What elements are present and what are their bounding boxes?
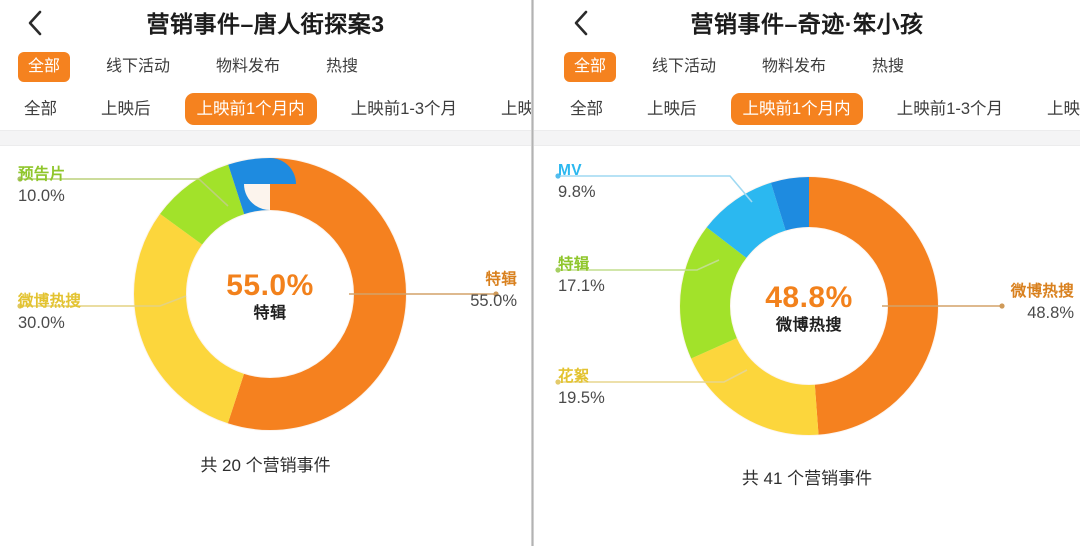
- callout-percent: 55.0%: [470, 291, 517, 310]
- type-filter-material-release[interactable]: 物料发布: [752, 52, 836, 82]
- callout-percent: 30.0%: [18, 313, 65, 332]
- time-filter-after-release[interactable]: 上映后: [91, 94, 161, 125]
- callout-percent: 10.0%: [18, 186, 65, 205]
- callout-category: 花絮: [558, 368, 590, 385]
- section-divider-band: [0, 130, 531, 146]
- section-divider-band: [534, 130, 1080, 146]
- callout-category: 特辑: [485, 271, 517, 288]
- callout-weibo-trending: 微博热搜 30.0%: [18, 293, 81, 333]
- total-events-note: 共 41 个营销事件: [741, 469, 873, 488]
- type-filter-all[interactable]: 全部: [18, 52, 71, 82]
- callout-weibo-trending: 微博热搜 48.8%: [944, 283, 1074, 323]
- donut-chart-right: MV 9.8% 特辑 17.1% 花絮 19.5% 微博热搜 48.8% 48.…: [534, 146, 1080, 506]
- time-filter-1-to-3-months-before[interactable]: 上映前1-3个月: [341, 94, 467, 125]
- type-filter-trending[interactable]: 热搜: [862, 52, 914, 82]
- callout-category: 微博热搜: [18, 293, 82, 310]
- time-filter-1-to-3-months-before[interactable]: 上映前1-3个月: [887, 94, 1013, 125]
- callout-category: 特辑: [558, 256, 590, 273]
- time-filter-within-1-month-before[interactable]: 上映前1个月内: [730, 92, 863, 126]
- center-value: 55.0%: [226, 269, 314, 302]
- donut-chart-left: 预告片 10.0% 微博热搜 30.0% 特辑 55.0% 55.0% 特辑 共…: [0, 146, 531, 506]
- callout-category: MV: [558, 162, 582, 179]
- page-title: 营销事件–唐人街探案3: [146, 11, 385, 37]
- type-filter-material-release[interactable]: 物料发布: [206, 52, 290, 82]
- time-filter-within-1-month-before[interactable]: 上映前1个月内: [184, 92, 317, 126]
- callout-percent: 9.8%: [558, 182, 596, 201]
- panel-right: 营销事件–奇迹·笨小孩 全部 线下活动 物料发布 热搜 全部 上映后 上映前1个…: [534, 0, 1080, 546]
- donut-center-label: 48.8% 微博热搜: [729, 282, 889, 334]
- panel-left: 营销事件–唐人街探案3 全部 线下活动 物料发布 热搜 全部 上映后 上映前1个…: [0, 0, 531, 546]
- titlebar-left: 营销事件–唐人街探案3: [0, 0, 531, 46]
- callout-behind-the-scenes: 花絮 19.5%: [558, 368, 605, 408]
- titlebar-right: 营销事件–奇迹·笨小孩: [534, 0, 1080, 46]
- callout-special-feature: 特辑 17.1%: [558, 256, 605, 296]
- callout-category: 预告片: [18, 166, 66, 183]
- callout-category: 微博热搜: [1010, 283, 1074, 300]
- donut-center-label: 55.0% 特辑: [190, 270, 350, 322]
- page-title: 营销事件–奇迹·笨小孩: [690, 11, 924, 37]
- center-category: 微博热搜: [775, 316, 842, 334]
- center-value: 48.8%: [765, 281, 853, 314]
- time-filter-all[interactable]: 全部: [14, 94, 67, 125]
- comparison-screenshot: 营销事件–唐人街探案3 全部 线下活动 物料发布 热搜 全部 上映后 上映前1个…: [0, 0, 1080, 546]
- type-filter-row: 全部 线下活动 物料发布 热搜: [534, 46, 1080, 88]
- callout-mv: MV 9.8%: [558, 162, 596, 202]
- time-filter-more-clipped[interactable]: 上映: [491, 94, 531, 125]
- type-filter-trending[interactable]: 热搜: [316, 52, 368, 82]
- callout-special-feature: 特辑 55.0%: [397, 271, 517, 311]
- type-filter-offline-event[interactable]: 线下活动: [642, 52, 726, 82]
- time-filter-more-clipped[interactable]: 上映: [1037, 94, 1080, 125]
- callout-percent: 17.1%: [558, 276, 605, 295]
- type-filter-row: 全部 线下活动 物料发布 热搜: [0, 46, 531, 88]
- callout-percent: 48.8%: [1027, 303, 1074, 322]
- time-filter-row: 全部 上映后 上映前1个月内 上映前1-3个月 上映: [0, 88, 531, 130]
- time-filter-row: 全部 上映后 上映前1个月内 上映前1-3个月 上映: [534, 88, 1080, 130]
- time-filter-all[interactable]: 全部: [560, 94, 613, 125]
- time-filter-after-release[interactable]: 上映后: [637, 94, 707, 125]
- center-category: 特辑: [253, 304, 287, 322]
- type-filter-offline-event[interactable]: 线下活动: [96, 52, 180, 82]
- callout-trailer: 预告片 10.0%: [18, 166, 65, 206]
- callout-percent: 19.5%: [558, 388, 605, 407]
- type-filter-all[interactable]: 全部: [564, 52, 617, 82]
- total-events-note: 共 20 个营销事件: [200, 456, 331, 475]
